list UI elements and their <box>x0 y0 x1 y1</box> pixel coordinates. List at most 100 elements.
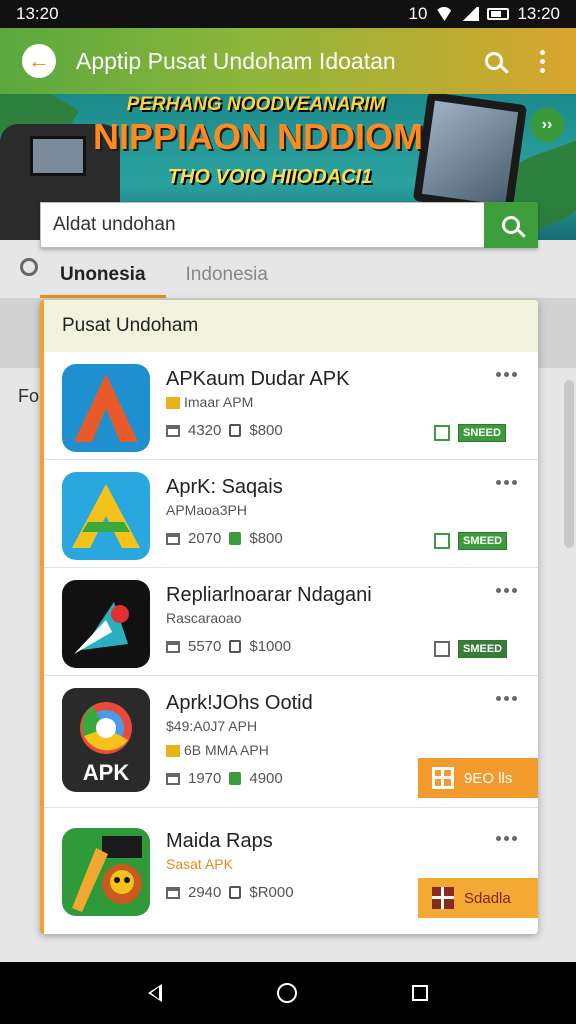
install-button[interactable]: Sdadla <box>418 878 538 918</box>
download-icon <box>166 886 180 899</box>
download-icon <box>166 772 180 785</box>
price: $R000 <box>249 884 294 901</box>
list-item[interactable]: APKaum Dudar APK Imaar APM 4320 $800 SNE… <box>44 352 538 460</box>
region-tabs: Unonesia Indonesia <box>40 252 538 298</box>
app-meta: 1970 4900 <box>166 770 283 787</box>
status-box-icon <box>434 641 450 657</box>
app-name: Repliarlnoarar Ndagani <box>166 584 372 606</box>
banner-line-1: PERHANG NOODVEANARIM <box>126 94 386 115</box>
nav-back-icon[interactable] <box>147 984 162 1002</box>
battery-icon <box>487 8 510 20</box>
app-meta: 5570 $1000 <box>166 638 291 655</box>
banner-line-3: THO VOIO HIIODACI1 <box>167 166 373 188</box>
back-arrow-icon[interactable]: ← <box>22 44 56 78</box>
badge-icon <box>166 745 180 758</box>
app-icon: APK <box>62 688 150 792</box>
list-item[interactable]: Maida Raps Sasat APK 2940 $R000 Sdadla <box>44 808 538 934</box>
price: $800 <box>249 422 283 439</box>
more-options-icon[interactable] <box>496 480 517 485</box>
app-subtitle: Sasat APK <box>166 856 233 872</box>
badge-icon <box>166 397 180 410</box>
tab-indonesia[interactable]: Indonesia <box>166 252 288 298</box>
search-submit-button[interactable] <box>484 202 538 248</box>
list-item[interactable]: Repliarlnoarar Ndagani Rascaraoao 5570 $… <box>44 568 538 676</box>
app-name: Aprk!JOhs Ootid <box>166 692 313 714</box>
price-icon <box>229 424 242 437</box>
price-icon <box>229 886 242 899</box>
signal-icon <box>461 7 480 21</box>
status-badge: SMEED <box>434 532 508 550</box>
download-count: 2940 <box>188 884 222 901</box>
status-icons: 10 13:20 <box>409 4 560 24</box>
price-icon <box>229 772 242 785</box>
app-name: APKaum Dudar APK <box>166 368 350 390</box>
status-box-icon <box>434 425 450 441</box>
app-subtitle: APMaoa3PH <box>166 502 247 518</box>
wifi-icon <box>435 7 454 21</box>
overflow-menu-button[interactable] <box>518 37 566 85</box>
tab-unonesia[interactable]: Unonesia <box>40 252 166 298</box>
grid-icon <box>432 767 454 789</box>
more-options-icon[interactable] <box>496 372 517 377</box>
nav-recents-icon[interactable] <box>412 985 429 1001</box>
download-icon <box>166 532 180 545</box>
download-count: 1970 <box>188 770 222 787</box>
download-icon <box>166 640 180 653</box>
price-icon <box>229 640 242 653</box>
app-subtitle: Rascaraoao <box>166 610 242 626</box>
navigation-bar <box>0 962 576 1024</box>
scrollbar[interactable] <box>564 380 574 548</box>
price: 4900 <box>249 770 283 787</box>
status-time: 13:20 <box>16 4 59 23</box>
app-bar: ← Apptip Pusat Undoham Idoatan <box>0 28 576 94</box>
download-count: 5570 <box>188 638 222 655</box>
app-title: Apptip Pusat Undoham Idoatan <box>76 47 396 74</box>
app-meta: 2070 $800 <box>166 530 283 547</box>
app-meta: 4320 $800 <box>166 422 283 439</box>
status-badge: SNEED <box>434 424 506 442</box>
background-search-icon <box>20 258 38 276</box>
status-box-icon <box>434 533 450 549</box>
list-item[interactable]: AprK: Saqais APMaoa3PH 2070 $800 SMEED <box>44 460 538 568</box>
download-count: 4320 <box>188 422 222 439</box>
app-icon <box>62 364 150 452</box>
app-icon <box>62 828 150 916</box>
price: $800 <box>249 530 283 547</box>
app-subtitle: Imaar APM <box>166 394 253 410</box>
list-item[interactable]: APK Aprk!JOhs Ootid $49:A0J7 APH 6B MMA … <box>44 676 538 808</box>
app-icon <box>62 472 150 560</box>
search-icon <box>485 52 503 70</box>
more-options-icon[interactable] <box>496 696 517 701</box>
price-icon <box>229 532 242 545</box>
search-icon <box>502 216 520 234</box>
app-subtitle: $49:A0J7 APH <box>166 718 258 734</box>
install-button[interactable]: 9EO lls <box>418 758 538 798</box>
status-bar: 13:20 10 13:20 <box>0 0 576 28</box>
search-bar <box>40 202 538 248</box>
download-count: 2070 <box>188 530 222 547</box>
app-icon-label: APK <box>82 760 130 785</box>
status-left-icons: 10 <box>408 4 428 23</box>
nav-home-icon[interactable] <box>276 983 297 1003</box>
card-title: Pusat Undoham <box>44 300 538 352</box>
status-time-right: 13:20 <box>517 4 560 23</box>
screen: 13:20 10 13:20 ← Apptip Pusat Undoham Id… <box>0 0 576 1024</box>
banner-headline: NIPPIAON NDDIOM <box>92 116 423 157</box>
price: $1000 <box>249 638 292 655</box>
app-name: Maida Raps <box>166 830 273 852</box>
status-badge: SMEED <box>434 640 508 658</box>
app-subtitle-2: 6B MMA APH <box>166 742 269 758</box>
app-icon <box>62 580 150 668</box>
download-icon <box>166 424 180 437</box>
app-name: AprK: Saqais <box>166 476 283 498</box>
more-options-icon[interactable] <box>496 836 517 841</box>
app-meta: 2940 $R000 <box>166 884 294 901</box>
grid-icon <box>432 887 454 909</box>
search-button[interactable] <box>470 37 518 85</box>
banner-next-icon[interactable]: ›› <box>530 108 564 142</box>
more-options-icon[interactable] <box>496 588 517 593</box>
search-input[interactable] <box>40 202 484 248</box>
banner-tablet-image <box>412 94 528 215</box>
app-list-card: Pusat Undoham APKaum Dudar APK Imaar APM… <box>40 300 538 934</box>
more-vert-icon <box>539 49 545 73</box>
